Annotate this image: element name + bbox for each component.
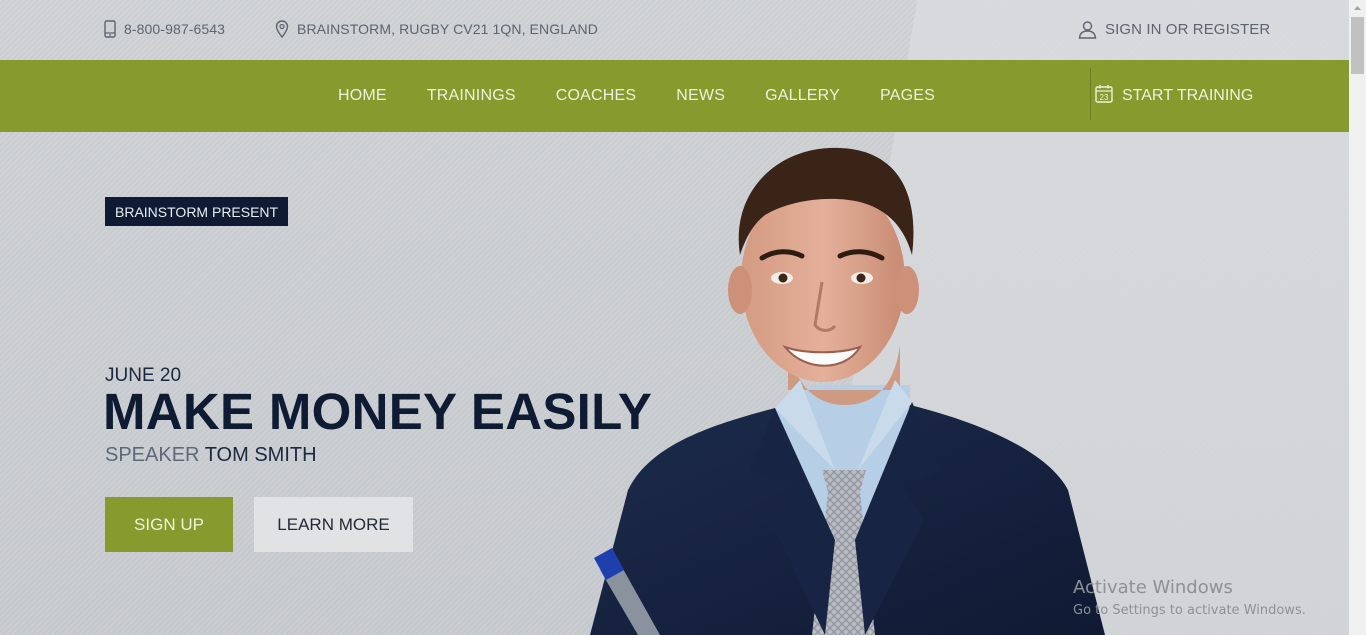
calendar-icon: 23: [1095, 84, 1113, 108]
nav-item-coaches[interactable]: COACHES: [556, 87, 637, 105]
page: 8-800-987-6543 BRAINSTORM, RUGBY CV21 1Q…: [0, 0, 1349, 635]
scrollbar-thumb[interactable]: [1351, 17, 1364, 74]
hero-headline: MAKE MONEY EASILY: [103, 383, 653, 440]
nav-item-news[interactable]: NEWS: [676, 87, 725, 105]
nav-item-gallery[interactable]: GALLERY: [765, 87, 840, 105]
top-bar: 8-800-987-6543 BRAINSTORM, RUGBY CV21 1Q…: [0, 0, 1349, 60]
watermark-subtitle: Go to Settings to activate Windows.: [1073, 603, 1306, 618]
speaker-label: SPEAKER: [105, 444, 200, 466]
phone-number: 8-800-987-6543: [124, 21, 226, 37]
nav-item-pages[interactable]: PAGES: [880, 87, 935, 105]
map-pin-icon: [275, 20, 289, 38]
user-icon: [1078, 20, 1097, 39]
sign-in-register-link[interactable]: SIGN IN OR REGISTER: [1078, 20, 1270, 39]
watermark-title: Activate Windows: [1073, 577, 1233, 598]
scroll-up-arrow-icon[interactable]: [1349, 0, 1366, 17]
address-contact: BRAINSTORM, RUGBY CV21 1QN, ENGLAND: [275, 20, 598, 38]
speaker-line: SPEAKER TOM SMITH: [105, 444, 317, 467]
sign-up-button[interactable]: SIGN UP: [105, 497, 233, 552]
start-training-button[interactable]: 23 START TRAINING: [1095, 60, 1253, 132]
activate-windows-watermark: Activate Windows Go to Settings to activ…: [1073, 577, 1306, 618]
address-text: BRAINSTORM, RUGBY CV21 1QN, ENGLAND: [297, 21, 598, 37]
speaker-name: TOM SMITH: [204, 444, 317, 466]
phone-icon: [104, 20, 116, 38]
nav-item-trainings[interactable]: TRAININGS: [427, 87, 516, 105]
main-navigation: HOME TRAININGS COACHES NEWS GALLERY PAGE…: [0, 60, 1349, 132]
nav-item-home[interactable]: HOME: [338, 87, 387, 105]
svg-text:23: 23: [1100, 93, 1109, 102]
nav-menu: HOME TRAININGS COACHES NEWS GALLERY PAGE…: [338, 60, 975, 132]
start-training-label: START TRAINING: [1122, 87, 1254, 104]
phone-contact[interactable]: 8-800-987-6543: [104, 20, 225, 38]
sign-in-label: SIGN IN OR REGISTER: [1105, 21, 1271, 38]
nav-divider: [1090, 68, 1091, 120]
present-badge: BRAINSTORM PRESENT: [105, 197, 289, 226]
learn-more-button[interactable]: LEARN MORE: [254, 497, 413, 552]
speaker-photo: [590, 140, 1110, 635]
vertical-scrollbar[interactable]: [1349, 0, 1366, 635]
